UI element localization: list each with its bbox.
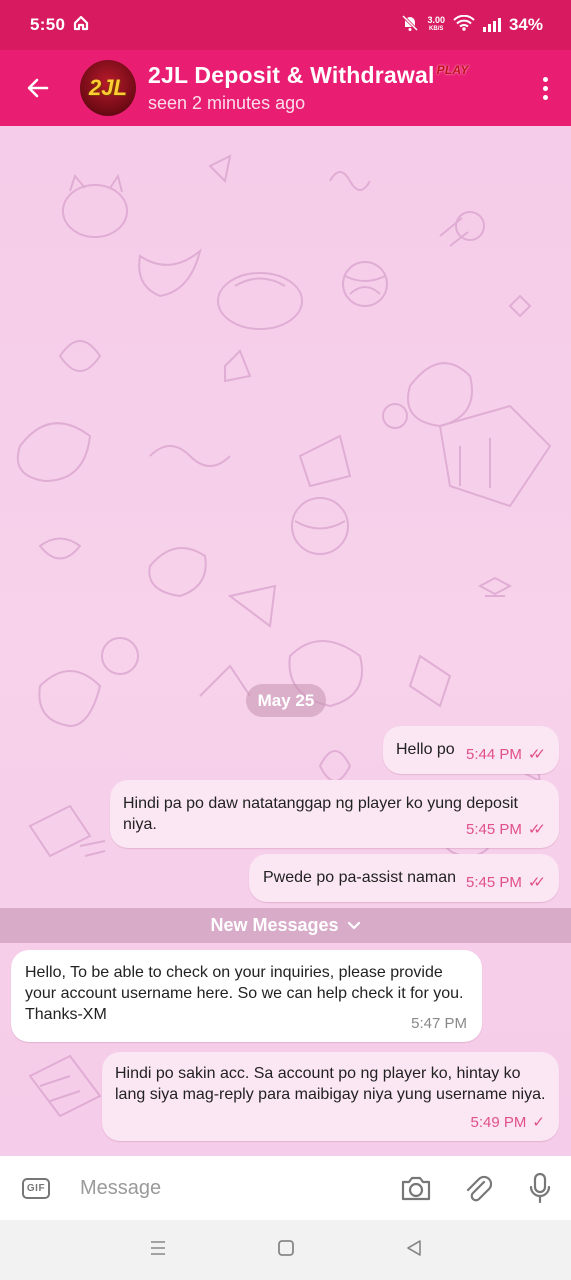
message-time: 5:45 PM [465,874,522,891]
message-text: Pwede po pa-assist naman [263,869,456,886]
message-text: Hindi po sakin acc. Sa account po ng pla… [115,1065,546,1103]
menu-lines-icon [150,1240,165,1255]
double-check-icon: ✓✓ [527,746,546,763]
double-check-icon: ✓✓ [527,874,546,891]
message-bubble-outgoing[interactable]: Hindi po sakin acc. Sa account po ng pla… [102,1052,559,1141]
back-arrow-icon [27,78,49,98]
status-bar: 5:50 3.00 KB/S 34% [0,0,571,50]
message-time: 5:44 PM [465,746,522,763]
message-time: 5:47 PM [411,1015,467,1032]
message-text: Hello, To be able to check on your inqui… [25,964,464,1023]
double-check-icon: ✓✓ [527,821,546,838]
triangle-back-icon [406,1239,421,1256]
voice-record-button[interactable] [509,1156,571,1220]
back-button[interactable] [0,50,76,126]
paperclip-icon [466,1175,492,1202]
microphone-icon [529,1172,551,1204]
message-bubble-outgoing[interactable]: Hello po 5:44 PM ✓✓ [383,726,559,774]
single-check-icon: ✓ [532,1114,545,1131]
title-badge: PLAY [436,63,469,78]
chat-header: 2JL 2JL Deposit & Withdrawal PLAY seen 2 … [0,50,571,126]
home-icon [73,15,89,36]
message-text: Hello po [396,741,455,758]
chat-title-block[interactable]: 2JL Deposit & Withdrawal PLAY seen 2 minu… [148,62,469,114]
home-button[interactable] [277,1239,295,1262]
chevron-down-icon [347,921,360,929]
message-input[interactable] [72,1176,385,1200]
camera-button[interactable] [385,1156,447,1220]
new-messages-divider[interactable]: New Messages [0,908,571,943]
message-bubble-outgoing[interactable]: Hindi pa po daw natatanggap ng player ko… [110,780,559,848]
square-icon [277,1239,294,1256]
mute-icon [401,14,419,37]
battery-level: 34% [508,15,543,34]
camera-icon [401,1176,431,1201]
message-time: 5:45 PM [465,821,522,838]
attach-button[interactable] [447,1156,509,1220]
net-speed: 3.00 KB/S [427,15,445,33]
avatar[interactable]: 2JL [80,60,136,116]
message-composer: GIF [0,1156,571,1220]
system-nav-bar [0,1220,571,1280]
status-time: 5:50 [30,15,66,34]
chat-area[interactable]: May 25 Hello po 5:44 PM ✓✓ Hindi pa po d… [0,126,571,1156]
wifi-icon [453,14,475,36]
recent-apps-button[interactable] [149,1240,167,1261]
date-separator: May 25 [246,684,326,717]
signal-icon [482,18,501,32]
gif-button[interactable]: GIF [0,1156,72,1220]
message-time: 5:49 PM [470,1114,527,1131]
more-options-button[interactable] [519,50,571,126]
message-bubble-outgoing[interactable]: Pwede po pa-assist naman 5:45 PM ✓✓ [249,854,559,902]
message-bubble-incoming[interactable]: Hello, To be able to check on your inqui… [11,950,482,1042]
gif-icon: GIF [21,1177,51,1199]
back-nav-button[interactable] [405,1239,423,1262]
chat-title: 2JL Deposit & Withdrawal PLAY [148,62,469,88]
last-seen-status: seen 2 minutes ago [148,93,306,113]
